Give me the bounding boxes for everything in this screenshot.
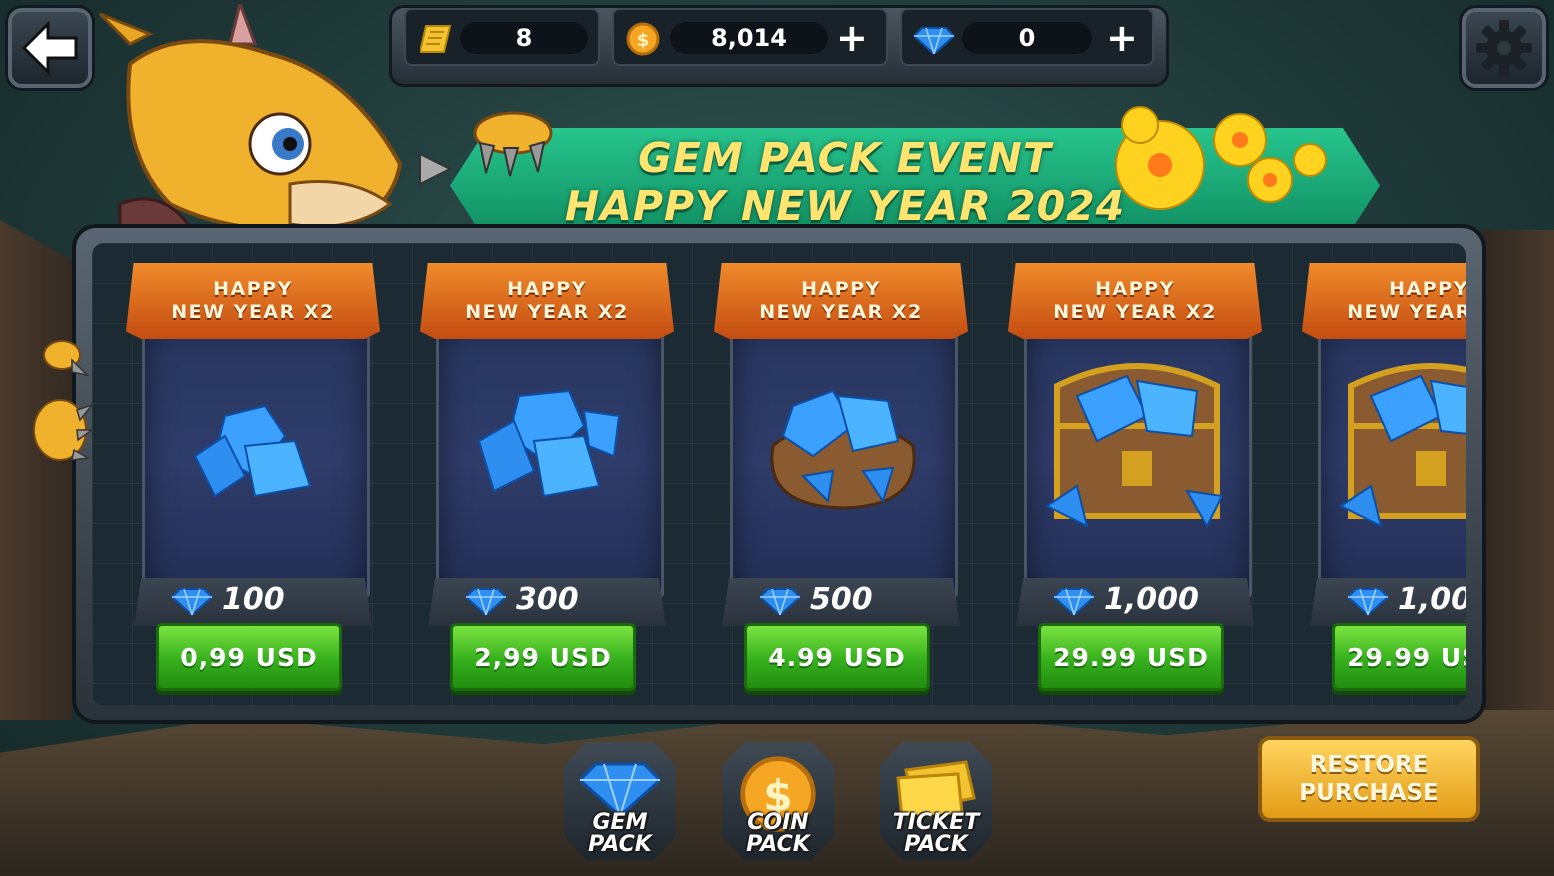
treasure-chest-icon: [1045, 363, 1224, 529]
ribbon-line2: NEW YEAR X2: [465, 301, 629, 323]
gem-icon: [1348, 588, 1388, 615]
buy-button-3[interactable]: 29.99 USD: [1038, 623, 1224, 691]
tab-ticket-pack[interactable]: TICKET PACK: [880, 742, 992, 860]
buy-button-0[interactable]: 0,99 USD: [156, 623, 342, 691]
gem-pile-medium-icon: [477, 389, 621, 498]
event-ribbon: HAPPY NEW YEAR X2: [1302, 263, 1466, 339]
gem-pack-card-1000-b[interactable]: HAPPY NEW YEAR X2 1,000 29.99 USD: [1302, 263, 1466, 695]
gem-pack-card-1000[interactable]: HAPPY NEW YEAR X2 1,000 29.99 USD: [1008, 263, 1298, 695]
gem-amount-value: 300: [516, 582, 579, 617]
add-coins-button[interactable]: +: [836, 18, 868, 58]
ribbon-line1: HAPPY: [1095, 278, 1175, 300]
event-ribbon: HAPPY NEW YEAR X2: [714, 263, 968, 339]
restore-label-2: PURCHASE: [1299, 780, 1439, 806]
buy-button-4[interactable]: 29.99 USD: [1332, 623, 1466, 691]
tab-coin-label-1: COIN: [747, 810, 809, 835]
ribbon-line2: NEW YEAR X2: [1053, 301, 1217, 323]
event-ribbon: HAPPY NEW YEAR X2: [1008, 263, 1262, 339]
gem-amount: 1,000: [1016, 578, 1254, 626]
gem-icon: [1054, 588, 1094, 615]
gem-pack-card-100[interactable]: HAPPY NEW YEAR X2 100 0,99 USD: [126, 263, 416, 695]
dragon-claw-left-icon: [33, 340, 92, 461]
gem-amount: 100: [134, 578, 372, 626]
back-arrow-icon: [21, 20, 78, 76]
gem-amount-value: 100: [222, 582, 285, 617]
gem-icon: [172, 588, 212, 615]
gem-pack-card-500[interactable]: HAPPY NEW YEAR X2 500 4.99 USD: [714, 263, 1004, 695]
cave-rock-right: [1480, 230, 1554, 710]
buy-button-1[interactable]: 2,99 USD: [450, 623, 636, 691]
gem-amount-value: 1,000: [1398, 582, 1466, 617]
pack-list: HAPPY NEW YEAR X2 100 0,99 USD HAPPY NEW…: [92, 243, 1466, 705]
pack-image-frame: [436, 323, 664, 599]
gem-count: 0: [1018, 24, 1036, 52]
gem-amount-value: 500: [810, 582, 873, 617]
treasure-chest-icon: [1339, 363, 1466, 528]
coin-icon: $: [626, 22, 660, 56]
tab-gem-pack[interactable]: GEM PACK: [564, 742, 676, 860]
gem-amount: 500: [722, 578, 960, 626]
gem-icon: [466, 588, 506, 615]
ribbon-line1: HAPPY: [213, 278, 293, 300]
ribbon-line2: NEW YEAR X2: [1347, 301, 1466, 323]
gem-sack-icon: [770, 389, 916, 510]
gem-icon: [914, 27, 954, 54]
ribbon-line2: NEW YEAR X2: [171, 301, 335, 323]
gem-counter: 0 +: [900, 8, 1154, 66]
coin-count: 8,014: [711, 24, 787, 52]
coin-counter: $ 8,014 +: [612, 8, 888, 66]
gem-pile-small-icon: [193, 404, 312, 498]
flower-icon: [1115, 106, 1327, 210]
tab-coin-pack[interactable]: $ COIN PACK: [722, 742, 834, 860]
pack-image-frame: [142, 323, 370, 599]
back-button[interactable]: [8, 8, 92, 88]
pack-image-frame: [1024, 323, 1252, 599]
gem-amount-value: 1,000: [1104, 582, 1199, 617]
ribbon-line1: HAPPY: [507, 278, 587, 300]
gem-icon: [580, 762, 660, 816]
add-gems-button[interactable]: +: [1106, 18, 1138, 58]
pack-image-frame: [1318, 323, 1466, 599]
restore-purchase-button[interactable]: RESTORE PURCHASE: [1258, 736, 1480, 822]
event-ribbon: HAPPY NEW YEAR X2: [420, 263, 674, 339]
ticket-count: 8: [515, 24, 533, 52]
tab-gem-label-1: GEM: [592, 810, 648, 835]
dragon-mascot: [98, 4, 453, 244]
tab-ticket-label-1: TICKET: [892, 810, 980, 835]
settings-button[interactable]: [1462, 8, 1546, 88]
tab-ticket-label-2: PACK: [904, 832, 968, 857]
restore-label-1: RESTORE: [1309, 752, 1429, 778]
gem-icon: [760, 588, 800, 615]
gem-pack-card-300[interactable]: HAPPY NEW YEAR X2 300 2,99 USD: [420, 263, 710, 695]
tab-coin-label-2: PACK: [746, 832, 810, 857]
svg-text:$: $: [637, 30, 650, 51]
ticket-icon: [896, 760, 976, 818]
gem-amount: 300: [428, 578, 666, 626]
buy-button-2[interactable]: 4.99 USD: [744, 623, 930, 691]
event-ribbon: HAPPY NEW YEAR X2: [126, 263, 380, 339]
ribbon-line1: HAPPY: [801, 278, 881, 300]
gem-amount: 1,000: [1310, 578, 1466, 626]
tab-gem-label-2: PACK: [588, 832, 652, 857]
pack-image-frame: [730, 323, 958, 599]
ribbon-line1: HAPPY: [1389, 278, 1466, 300]
gear-icon: [1476, 20, 1532, 76]
ribbon-line2: NEW YEAR X2: [759, 301, 923, 323]
